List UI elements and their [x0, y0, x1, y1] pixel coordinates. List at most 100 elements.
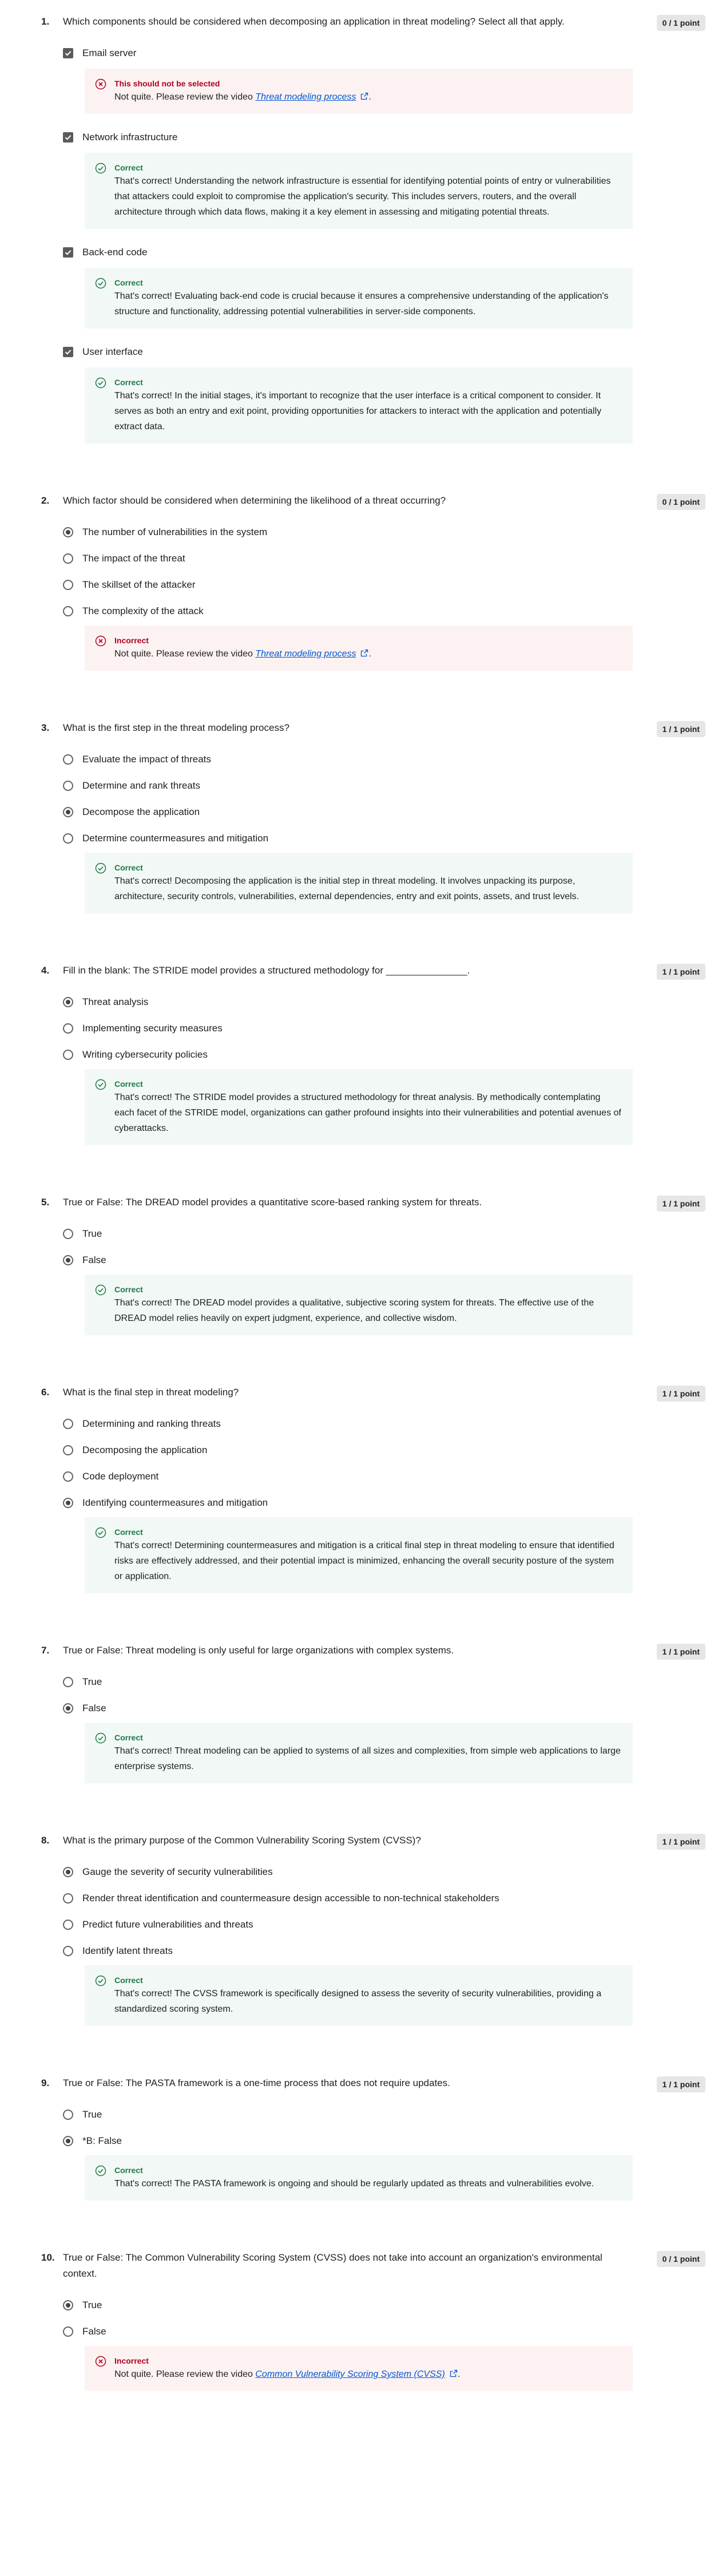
radio-unselected[interactable] — [63, 1946, 73, 1956]
checkbox-checked[interactable] — [63, 132, 73, 143]
feedback-message: That's correct! The PASTA framework is o… — [114, 2179, 594, 2189]
answer-option[interactable]: The number of vulnerabilities in the sys… — [63, 519, 705, 545]
answer-option[interactable]: Determine and rank threats — [63, 773, 705, 799]
answer-option[interactable]: Identify latent threats — [63, 1938, 705, 1964]
answer-option[interactable]: False — [63, 1247, 705, 1273]
radio-unselected[interactable] — [63, 2110, 73, 2120]
radio-selected[interactable] — [63, 2136, 73, 2146]
feedback-message: Not quite. Please review the video — [114, 2369, 256, 2379]
answer-option[interactable]: False — [63, 1695, 705, 1722]
radio-unselected[interactable] — [63, 1893, 73, 1904]
feedback-text: That's correct! Understanding the networ… — [114, 173, 621, 220]
answer-option[interactable]: Evaluate the impact of threats — [63, 746, 705, 773]
answer-option[interactable]: The complexity of the attack — [63, 598, 705, 624]
checkbox-checked[interactable] — [63, 247, 73, 258]
radio-unselected[interactable] — [63, 754, 73, 765]
answer-option[interactable]: Decomposing the application — [63, 1437, 705, 1463]
radio-unselected[interactable] — [63, 1419, 73, 1429]
external-link-icon — [361, 649, 368, 657]
radio-unselected[interactable] — [63, 1445, 73, 1455]
question-5: 5. True or False: The DREAD model provide… — [41, 1194, 705, 1335]
option-label: Email server — [82, 48, 137, 58]
answer-options: Determining and ranking threats Decomposi… — [63, 1411, 705, 1593]
answer-option[interactable]: Back-end code — [63, 239, 705, 266]
answer-option[interactable]: Email server — [63, 40, 705, 66]
radio-selected[interactable] — [63, 2300, 73, 2310]
option-label: Gauge the severity of security vulnerabi… — [82, 1866, 273, 1877]
answer-option[interactable]: Gauge the severity of security vulnerabi… — [63, 1859, 705, 1885]
feedback-title: Correct — [114, 1733, 143, 1742]
option-label: Evaluate the impact of threats — [82, 754, 211, 765]
answer-option[interactable]: *B: False — [63, 2128, 705, 2154]
answer-option[interactable]: Decompose the application — [63, 799, 705, 825]
question-number: 10. — [41, 2252, 55, 2263]
answer-option[interactable]: False — [63, 2318, 705, 2345]
radio-selected[interactable] — [63, 527, 73, 537]
question-header: 9. True or False: The PASTA framework is … — [41, 2075, 705, 2091]
review-video-link[interactable]: Threat modeling process — [255, 649, 356, 659]
answer-option[interactable]: True — [63, 2102, 705, 2128]
answer-option[interactable]: True — [63, 1669, 705, 1695]
radio-selected[interactable] — [63, 1498, 73, 1508]
answer-option[interactable]: Writing cybersecurity policies — [63, 1042, 705, 1068]
checkbox-checked[interactable] — [63, 48, 73, 58]
answer-option[interactable]: True — [63, 1221, 705, 1247]
question-header: 8. What is the primary purpose of the Com… — [41, 1833, 705, 1849]
external-link-icon — [450, 2369, 457, 2377]
radio-selected[interactable] — [63, 1867, 73, 1877]
radio-unselected[interactable] — [63, 1050, 73, 1060]
question-header: 7. True or False: Threat modeling is only… — [41, 1643, 705, 1659]
answer-option[interactable]: Network infrastructure — [63, 124, 705, 151]
feedback-correct: Correct That's correct! In the initial st… — [85, 367, 633, 444]
review-video-link[interactable]: Common Vulnerability Scoring System (CVS… — [255, 2369, 445, 2379]
answer-option[interactable]: The skillset of the attacker — [63, 572, 705, 598]
feedback-message: Not quite. Please review the video — [114, 92, 256, 102]
review-video-link[interactable]: Threat modeling process — [255, 92, 356, 102]
checkbox-checked[interactable] — [63, 347, 73, 357]
radio-unselected[interactable] — [63, 1471, 73, 1482]
radio-selected[interactable] — [63, 1703, 73, 1714]
option-label: *B: False — [82, 2135, 122, 2146]
question-6: 6. What is the final step in threat model… — [41, 1384, 705, 1593]
answer-option[interactable]: Determining and ranking threats — [63, 1411, 705, 1437]
question-header: 1. Which components should be considered … — [41, 14, 705, 30]
radio-unselected[interactable] — [63, 1677, 73, 1687]
radio-unselected[interactable] — [63, 2326, 73, 2337]
radio-selected[interactable] — [63, 1255, 73, 1265]
feedback-message: That's correct! Evaluating back-end code… — [114, 291, 609, 316]
checkmark-icon — [65, 51, 72, 56]
answer-option[interactable]: Implementing security measures — [63, 1015, 705, 1042]
radio-unselected[interactable] — [63, 833, 73, 844]
check-circle-icon — [95, 377, 106, 389]
answer-option[interactable]: Render threat identification and counter… — [63, 1885, 705, 1912]
radio-unselected[interactable] — [63, 1023, 73, 1034]
feedback-title: Correct — [114, 2166, 143, 2175]
radio-unselected[interactable] — [63, 606, 73, 616]
answer-options: Evaluate the impact of threats Determine … — [63, 746, 705, 913]
answer-option[interactable]: True — [63, 2292, 705, 2318]
radio-unselected[interactable] — [63, 1920, 73, 1930]
question-8: 8. What is the primary purpose of the Com… — [41, 1833, 705, 2026]
radio-unselected[interactable] — [63, 580, 73, 590]
radio-unselected[interactable] — [63, 1229, 73, 1239]
option-label: False — [82, 1255, 106, 1265]
answer-option[interactable]: Threat analysis — [63, 989, 705, 1015]
answer-options: Gauge the severity of security vulnerabi… — [63, 1859, 705, 2026]
radio-unselected[interactable] — [63, 781, 73, 791]
feedback-message: That's correct! The CVSS framework is sp… — [114, 1989, 602, 2014]
radio-unselected[interactable] — [63, 553, 73, 564]
points-badge: 0 / 1 point — [656, 15, 705, 31]
feedback-correct: Correct That's correct! The STRIDE model … — [85, 1069, 633, 1145]
radio-selected[interactable] — [63, 807, 73, 817]
option-label: Writing cybersecurity policies — [82, 1049, 208, 1060]
answer-option[interactable]: Code deployment — [63, 1463, 705, 1490]
radio-selected[interactable] — [63, 997, 73, 1007]
question-2: 2. Which factor should be considered when… — [41, 493, 705, 671]
answer-option[interactable]: The impact of the threat — [63, 545, 705, 572]
question-text: What is the final step in threat modelin… — [63, 1387, 239, 1398]
feedback-text: That's correct! The STRIDE model provide… — [114, 1090, 621, 1136]
answer-option[interactable]: User interface — [63, 339, 705, 365]
answer-option[interactable]: Predict future vulnerabilities and threa… — [63, 1912, 705, 1938]
answer-option[interactable]: Identifying countermeasures and mitigati… — [63, 1490, 705, 1516]
answer-option[interactable]: Determine countermeasures and mitigation — [63, 825, 705, 852]
